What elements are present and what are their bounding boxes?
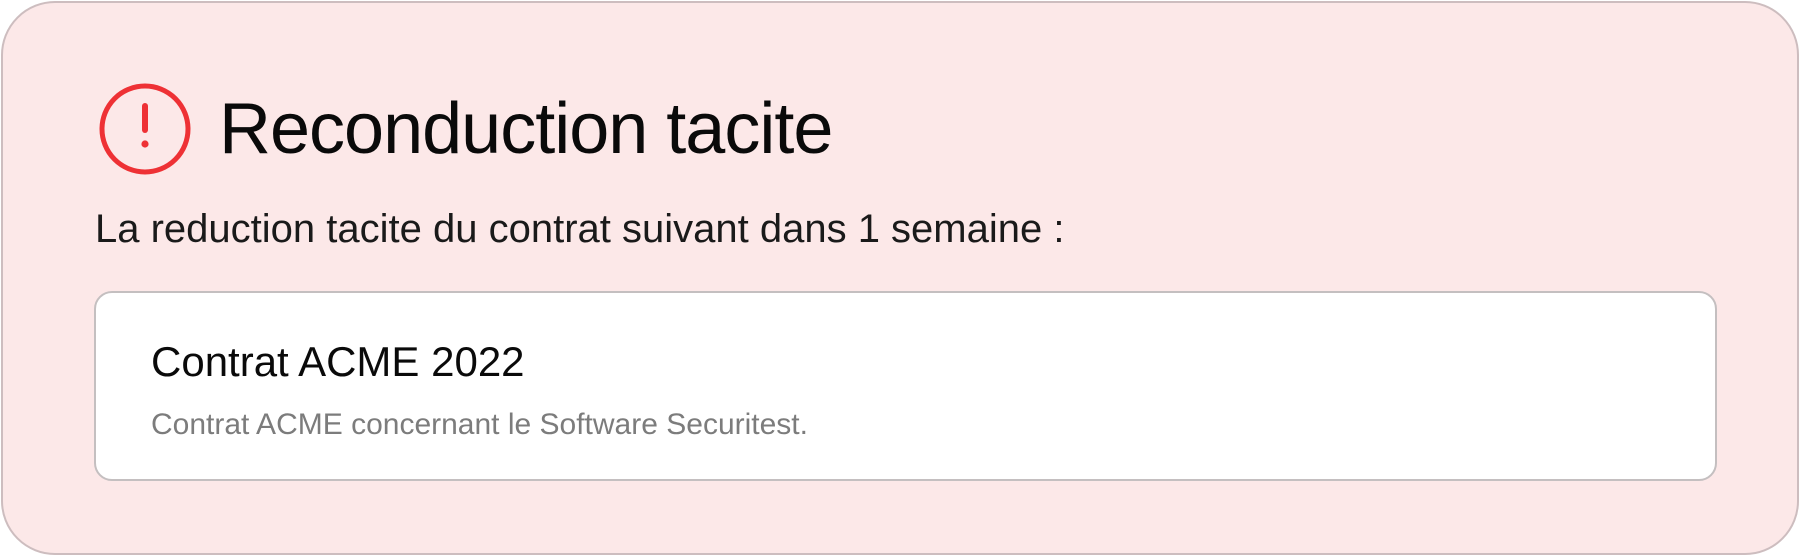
tacit-renewal-alert: Reconduction tacite La reduction tacite …	[1, 1, 1799, 555]
alert-message: La reduction tacite du contrat suivant d…	[95, 207, 1065, 251]
alert-header: Reconduction tacite	[97, 81, 833, 177]
alert-title: Reconduction tacite	[219, 89, 833, 169]
contract-card[interactable]: Contrat ACME 2022 Contrat ACME concernan…	[94, 291, 1717, 481]
contract-description: Contrat ACME concernant le Software Secu…	[151, 408, 808, 441]
exclamation-circle-icon	[99, 83, 191, 175]
contract-title: Contrat ACME 2022	[151, 338, 525, 385]
